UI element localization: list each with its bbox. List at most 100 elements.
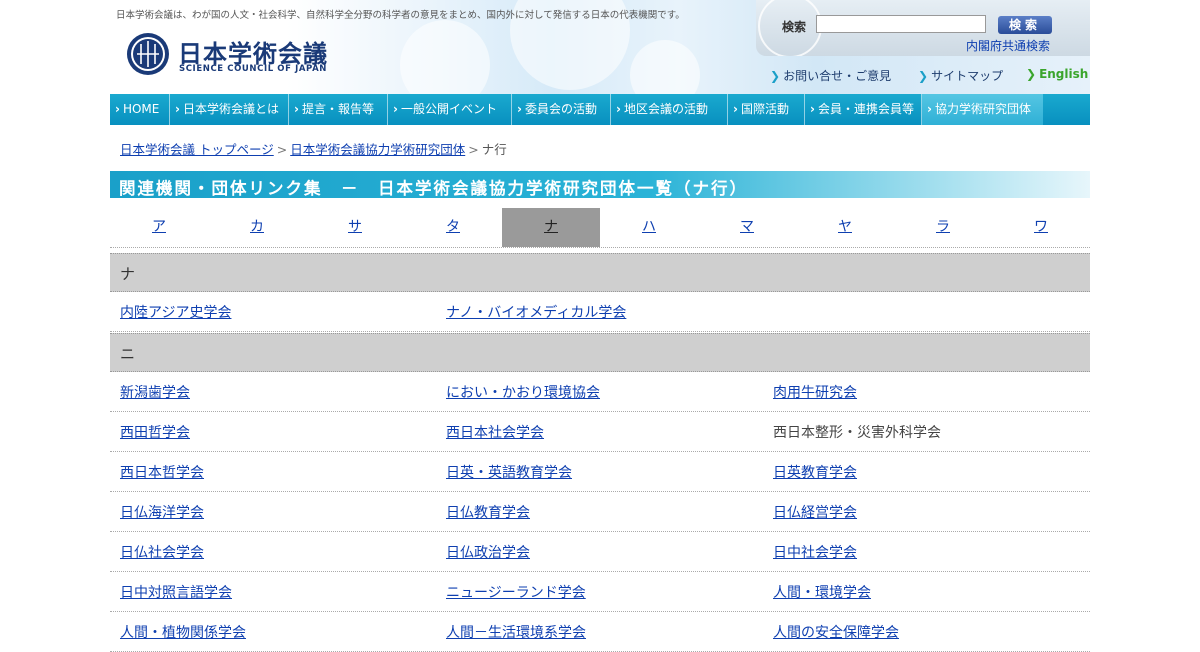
breadcrumb-separator: > bbox=[276, 142, 288, 157]
nav-item-international[interactable]: › 国際活動 bbox=[728, 94, 805, 125]
nav-item-label: 国際活動 bbox=[740, 102, 789, 116]
nav-item-home[interactable]: › HOME bbox=[110, 94, 170, 125]
search-input[interactable] bbox=[816, 15, 986, 33]
contact-link-label: お問い合せ・ご意見 bbox=[783, 69, 892, 83]
page-title: 関連機関・団体リンク集 － 日本学術会議協力学術研究団体一覧（ナ行） bbox=[119, 179, 748, 198]
society-link[interactable]: 日仏教育学会 bbox=[446, 502, 530, 522]
nav-item-members[interactable]: › 会員・連携会員等 bbox=[805, 94, 922, 125]
nav-item-label: 委員会の活動 bbox=[524, 102, 597, 116]
nav-item-label: 提言・報告等 bbox=[301, 102, 374, 116]
table-row: 西田哲学会 西日本社会学会 西日本整形・災害外科学会 bbox=[110, 412, 1090, 452]
society-link[interactable]: 日仏経営学会 bbox=[773, 502, 857, 522]
nav-item-label: 日本学術会議とは bbox=[182, 102, 279, 116]
chevron-right-icon: › bbox=[393, 102, 398, 116]
chevron-right-icon: › bbox=[517, 102, 522, 116]
society-link[interactable]: ナノ・バイオメディカル学会 bbox=[446, 302, 626, 322]
chevron-right-icon: › bbox=[927, 102, 932, 116]
nav-item-cooperative-societies[interactable]: › 協力学術研究団体 bbox=[922, 94, 1043, 125]
chevron-right-icon: ❯ bbox=[1026, 67, 1037, 81]
nav-item-label: 会員・連携会員等 bbox=[817, 102, 914, 116]
english-link[interactable]: ❯ English bbox=[1026, 67, 1088, 81]
kana-tab-sa[interactable]: サ bbox=[306, 208, 404, 247]
chevron-right-icon: › bbox=[294, 102, 299, 116]
table-row: 日仏社会学会 日仏政治学会 日中社会学会 bbox=[110, 532, 1090, 572]
chevron-right-icon: ❯ bbox=[770, 69, 781, 83]
society-link[interactable]: 人間の安全保障学会 bbox=[773, 622, 899, 642]
contact-link[interactable]: ❯ お問い合せ・ご意見 bbox=[770, 67, 891, 84]
sitemap-link-label: サイトマップ bbox=[931, 69, 1004, 83]
chevron-right-icon: › bbox=[733, 102, 738, 116]
kana-tab-na[interactable]: ナ bbox=[502, 208, 600, 247]
kana-tab-wa[interactable]: ワ bbox=[992, 208, 1090, 247]
nav-item-events[interactable]: › 一般公開イベント bbox=[388, 94, 512, 125]
kana-index-tabs: ア カ サ タ ナ ハ マ ヤ ラ ワ bbox=[110, 208, 1090, 248]
site-tagline: 日本学術会議は、わが国の人文・社会科学、自然科学全分野の科学者の意見をまとめ、国… bbox=[116, 10, 685, 21]
nav-item-proposals[interactable]: › 提言・報告等 bbox=[289, 94, 388, 125]
kana-tab-ma[interactable]: マ bbox=[698, 208, 796, 247]
nav-item-label: 協力学術研究団体 bbox=[934, 102, 1031, 116]
site-header: 日本学術会議は、わが国の人文・社会科学、自然科学全分野の科学者の意見をまとめ、国… bbox=[110, 0, 1090, 94]
chevron-right-icon: › bbox=[175, 102, 180, 116]
group-header-na: ナ bbox=[110, 253, 1090, 292]
society-link[interactable]: 日仏社会学会 bbox=[120, 542, 204, 562]
kana-tab-a[interactable]: ア bbox=[110, 208, 208, 247]
kana-tab-ta[interactable]: タ bbox=[404, 208, 502, 247]
society-link[interactable]: 日仏海洋学会 bbox=[120, 502, 204, 522]
search-label: 検索 bbox=[782, 20, 807, 34]
page-wrapper: 日本学術会議は、わが国の人文・社会科学、自然科学全分野の科学者の意見をまとめ、国… bbox=[110, 0, 1090, 652]
society-link[interactable]: 日英教育学会 bbox=[773, 462, 857, 482]
society-link[interactable]: 内陸アジア史学会 bbox=[120, 302, 231, 322]
society-link[interactable]: におい・かおり環境協会 bbox=[446, 382, 600, 402]
search-button[interactable]: 検索 bbox=[998, 16, 1052, 34]
breadcrumb: 日本学術会議 トップページ > 日本学術会議協力学術研究団体 > ナ行 bbox=[120, 139, 507, 158]
nav-item-label: 地区会議の活動 bbox=[623, 102, 708, 116]
sitemap-link[interactable]: ❯ サイトマップ bbox=[918, 67, 1003, 84]
table-row: 日中対照言語学会 ニュージーランド学会 人間・環境学会 bbox=[110, 572, 1090, 612]
kana-tab-ya[interactable]: ヤ bbox=[796, 208, 894, 247]
breadcrumb-current: ナ行 bbox=[481, 142, 507, 157]
table-row: 人間・植物関係学会 人間－生活環境系学会 人間の安全保障学会 bbox=[110, 612, 1090, 652]
society-link[interactable]: 西田哲学会 bbox=[120, 422, 190, 442]
society-link[interactable]: 西日本哲学会 bbox=[120, 462, 204, 482]
site-logo[interactable]: 日本学術会議 SCIENCE COUNCIL OF JAPAN bbox=[126, 32, 356, 78]
society-link[interactable]: 日仏政治学会 bbox=[446, 542, 530, 562]
table-row: 新潟歯学会 におい・かおり環境協会 肉用牛研究会 bbox=[110, 372, 1090, 412]
society-link[interactable]: 日英・英語教育学会 bbox=[446, 462, 572, 482]
society-link[interactable]: 人間・植物関係学会 bbox=[120, 622, 246, 642]
chevron-right-icon: ❯ bbox=[918, 69, 929, 83]
nav-item-regional[interactable]: › 地区会議の活動 bbox=[611, 94, 728, 125]
council-seal-icon bbox=[127, 33, 169, 75]
breadcrumb-link-top[interactable]: 日本学術会議 トップページ bbox=[120, 142, 274, 157]
nav-item-about[interactable]: › 日本学術会議とは bbox=[170, 94, 289, 125]
nav-item-label: 一般公開イベント bbox=[400, 102, 497, 116]
society-link[interactable]: 日中社会学会 bbox=[773, 542, 857, 562]
nav-item-committees[interactable]: › 委員会の活動 bbox=[512, 94, 611, 125]
table-row: 西日本哲学会 日英・英語教育学会 日英教育学会 bbox=[110, 452, 1090, 492]
chevron-right-icon: › bbox=[810, 102, 815, 116]
society-name: 西日本整形・災害外科学会 bbox=[773, 425, 941, 441]
nav-item-label: HOME bbox=[122, 102, 160, 116]
english-link-label: English bbox=[1039, 67, 1089, 81]
chevron-right-icon: › bbox=[115, 102, 120, 116]
cabinet-office-search-link[interactable]: 内閣府共通検索 bbox=[966, 37, 1050, 54]
chevron-right-icon: › bbox=[616, 102, 621, 116]
society-link[interactable]: 新潟歯学会 bbox=[120, 382, 190, 402]
society-link[interactable]: 人間・環境学会 bbox=[773, 582, 871, 602]
society-link[interactable]: 日中対照言語学会 bbox=[120, 582, 232, 602]
society-link[interactable]: ニュージーランド学会 bbox=[446, 582, 586, 602]
kana-tab-ra[interactable]: ラ bbox=[894, 208, 992, 247]
header-decoration bbox=[630, 40, 700, 94]
search-panel: 検索 検索 内閣府共通検索 bbox=[756, 0, 1090, 56]
breadcrumb-link-societies[interactable]: 日本学術会議協力学術研究団体 bbox=[290, 142, 465, 157]
society-link[interactable]: 西日本社会学会 bbox=[446, 422, 544, 442]
group-heading: ニ bbox=[120, 345, 136, 363]
header-decoration bbox=[400, 20, 490, 94]
page-title-bar: 関連機関・団体リンク集 － 日本学術会議協力学術研究団体一覧（ナ行） bbox=[110, 171, 1090, 198]
society-link[interactable]: 人間－生活環境系学会 bbox=[446, 622, 586, 642]
kana-tab-ka[interactable]: カ bbox=[208, 208, 306, 247]
table-row: 日仏海洋学会 日仏教育学会 日仏経営学会 bbox=[110, 492, 1090, 532]
society-link[interactable]: 肉用牛研究会 bbox=[773, 382, 857, 402]
group-header-ni: ニ bbox=[110, 333, 1090, 372]
logo-subtitle: SCIENCE COUNCIL OF JAPAN bbox=[179, 64, 327, 74]
kana-tab-ha[interactable]: ハ bbox=[600, 208, 698, 247]
